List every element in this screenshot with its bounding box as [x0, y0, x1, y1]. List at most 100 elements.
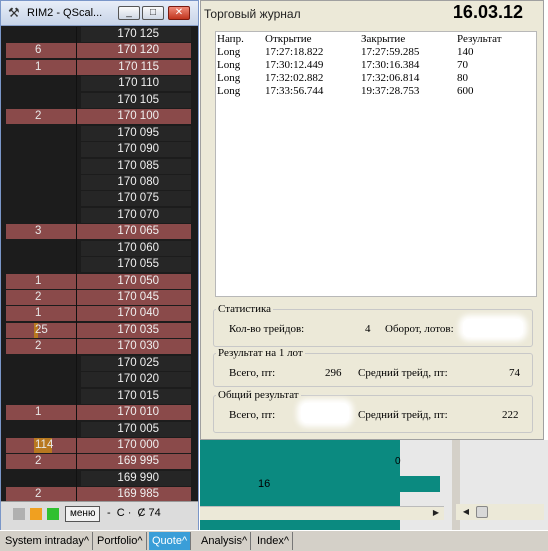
volume-cell[interactable]: [6, 191, 81, 206]
price-cell[interactable]: 170 050: [81, 273, 191, 289]
status-indicator-green[interactable]: [47, 508, 59, 520]
volume-cell[interactable]: 1: [6, 273, 81, 289]
price-level-row[interactable]: 170 025: [6, 355, 196, 372]
price-cell[interactable]: 170 110: [81, 76, 191, 92]
price-cell[interactable]: 170 080: [81, 174, 191, 190]
price-level-row[interactable]: 170 095: [6, 125, 196, 142]
price-level-row[interactable]: 169 990: [6, 470, 196, 487]
price-cell[interactable]: 169 995: [81, 454, 191, 470]
scroll-left-icon[interactable]: ◀: [460, 506, 472, 518]
volume-cell[interactable]: [6, 159, 81, 174]
price-level-row[interactable]: 2 170 100: [6, 109, 196, 125]
volume-cell[interactable]: [6, 126, 81, 141]
background-horizontal-scrollbar[interactable]: ▶: [200, 506, 444, 520]
price-cell[interactable]: 170 035: [81, 322, 191, 338]
price-level-row[interactable]: 2 170 045: [6, 290, 196, 306]
price-cell[interactable]: 170 070: [81, 207, 191, 223]
volume-cell[interactable]: [6, 241, 81, 256]
price-cell[interactable]: 170 055: [81, 257, 191, 273]
price-cell[interactable]: 170 105: [81, 92, 191, 108]
price-level-row[interactable]: 1 170 050: [6, 273, 196, 290]
price-level-row[interactable]: 6 170 120: [6, 43, 196, 59]
volume-cell[interactable]: [6, 208, 81, 223]
minimize-button[interactable]: _: [118, 6, 140, 20]
price-level-row[interactable]: 170 105: [6, 92, 196, 109]
price-level-row[interactable]: 1 170 040: [6, 306, 196, 322]
volume-cell[interactable]: [6, 27, 81, 42]
price-cell[interactable]: 170 065: [81, 224, 191, 240]
price-cell[interactable]: 170 090: [81, 142, 191, 158]
price-cell[interactable]: 170 095: [81, 125, 191, 141]
table-row[interactable]: Long 17:32:02.882 17:32:06.814 80: [216, 72, 536, 84]
price-cell[interactable]: 170 025: [81, 355, 191, 371]
price-cell[interactable]: 170 085: [81, 158, 191, 174]
price-level-row[interactable]: 170 125: [6, 27, 196, 43]
volume-cell[interactable]: 3: [6, 224, 81, 240]
menu-button[interactable]: меню: [65, 506, 101, 522]
maximize-button[interactable]: □: [142, 6, 164, 20]
tab-portfolio[interactable]: Portfolio^: [94, 532, 147, 550]
price-level-row[interactable]: 25 170 035: [6, 322, 196, 339]
price-level-row[interactable]: 170 090: [6, 142, 196, 158]
volume-cell[interactable]: [6, 422, 81, 437]
price-level-row[interactable]: 170 110: [6, 76, 196, 92]
volume-cell[interactable]: [6, 257, 81, 272]
background-horizontal-scrollbar-2[interactable]: ◀: [456, 504, 544, 520]
volume-cell[interactable]: [6, 175, 81, 190]
price-level-row[interactable]: 170 060: [6, 240, 196, 257]
volume-cell[interactable]: 2: [6, 290, 81, 305]
price-cell[interactable]: 170 005: [81, 421, 191, 437]
volume-cell[interactable]: 1: [6, 405, 81, 421]
price-cell[interactable]: 170 060: [81, 240, 191, 256]
price-cell[interactable]: 170 000: [81, 437, 191, 453]
price-level-row[interactable]: 3 170 065: [6, 224, 196, 240]
table-row[interactable]: Long 17:30:12.449 17:30:16.384 70: [216, 59, 536, 71]
price-level-row[interactable]: 170 055: [6, 257, 196, 273]
price-cell[interactable]: 170 040: [81, 306, 191, 322]
price-level-row[interactable]: 2 169 995: [6, 454, 196, 470]
volume-cell[interactable]: 1: [6, 59, 81, 75]
tab-analysis[interactable]: Analysis^: [198, 532, 252, 550]
volume-cell[interactable]: [6, 471, 81, 486]
price-level-row[interactable]: 114 170 000: [6, 437, 196, 454]
price-cell[interactable]: 170 100: [81, 109, 191, 125]
price-level-row[interactable]: 170 075: [6, 191, 196, 207]
price-level-row[interactable]: 1 170 115: [6, 59, 196, 76]
volume-cell[interactable]: [6, 142, 81, 157]
order-book-grid[interactable]: 170 125 6 170 120 1 170 115 170 110 170 105 2 17…: [6, 27, 196, 501]
scrollbar-thumb[interactable]: [476, 506, 488, 518]
volume-cell[interactable]: [6, 389, 81, 404]
status-indicator-gray[interactable]: [13, 508, 25, 520]
tab-system-intraday[interactable]: System intraday^: [2, 532, 94, 550]
volume-cell[interactable]: 2: [6, 109, 81, 125]
price-cell[interactable]: 170 030: [81, 339, 191, 355]
volume-cell[interactable]: 25: [6, 322, 81, 338]
price-cell[interactable]: 169 985: [81, 487, 191, 501]
price-cell[interactable]: 170 115: [81, 59, 191, 75]
price-level-row[interactable]: 2 169 985: [6, 487, 196, 501]
price-level-row[interactable]: 170 005: [6, 421, 196, 438]
volume-cell[interactable]: [6, 93, 81, 108]
volume-cell[interactable]: [6, 372, 81, 387]
table-row[interactable]: Long 17:27:18.822 17:27:59.285 140: [216, 46, 536, 58]
volume-cell[interactable]: [6, 356, 81, 371]
tab-quote[interactable]: Quote^: [149, 532, 192, 550]
status-indicator-orange[interactable]: [30, 508, 42, 520]
scroll-right-icon[interactable]: ▶: [430, 507, 442, 519]
volume-cell[interactable]: 2: [6, 487, 81, 501]
price-cell[interactable]: 170 015: [81, 388, 191, 404]
volume-cell[interactable]: 2: [6, 339, 81, 355]
price-level-row[interactable]: 170 070: [6, 207, 196, 224]
price-cell[interactable]: 170 075: [81, 191, 191, 207]
price-level-row[interactable]: 2 170 030: [6, 339, 196, 355]
price-cell[interactable]: 170 120: [81, 43, 191, 59]
price-cell[interactable]: 170 045: [81, 290, 191, 305]
price-level-row[interactable]: 170 080: [6, 174, 196, 191]
price-cell[interactable]: 169 990: [81, 470, 191, 486]
price-cell[interactable]: 170 020: [81, 372, 191, 388]
table-row[interactable]: Long 17:33:56.744 19:37:28.753 600: [216, 85, 536, 97]
trades-table[interactable]: Напр. Открытие Закрытие Результат Long 1…: [215, 31, 537, 297]
volume-cell[interactable]: [6, 76, 81, 91]
price-level-row[interactable]: 1 170 010: [6, 405, 196, 421]
quote-window-titlebar[interactable]: ⚒ RIM2 - QScal... _ □ ✕: [1, 1, 198, 26]
